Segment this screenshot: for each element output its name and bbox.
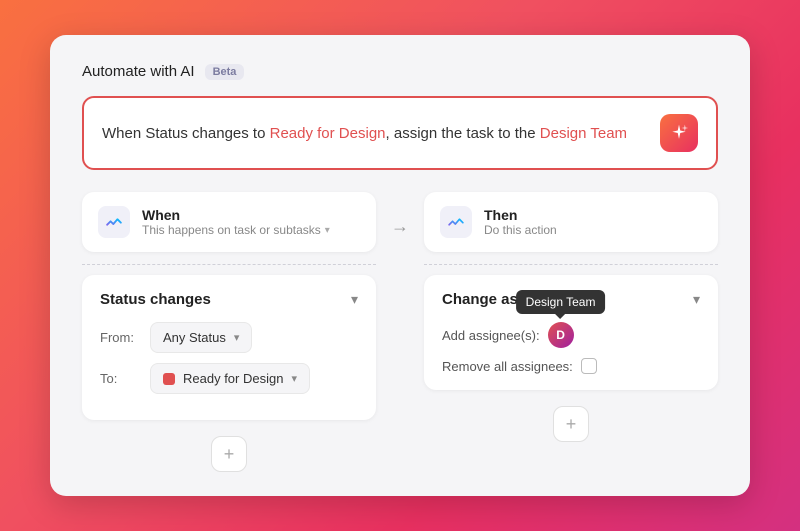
- action-condition-box: Change assignees ▾ Add assignee(s): Desi…: [424, 275, 718, 390]
- action-chevron-icon: ▾: [693, 291, 700, 308]
- prompt-highlight1: Ready for Design: [270, 125, 386, 142]
- to-label: To:: [100, 371, 138, 386]
- trigger-condition-title: Status changes: [100, 291, 211, 308]
- then-label: Then: [484, 207, 557, 223]
- when-add-area: +: [82, 432, 376, 472]
- sparkle-icon: [669, 123, 689, 143]
- remove-label: Remove all assignees:: [442, 359, 573, 374]
- assignee-tooltip-container: Design Team D: [548, 322, 574, 348]
- arrow-col: →: [376, 192, 424, 237]
- when-sublabel: This happens on task or subtasks ▾: [142, 223, 330, 237]
- to-row: To: Ready for Design ▾: [100, 363, 358, 394]
- assignee-avatar[interactable]: D: [548, 322, 574, 348]
- prompt-middle: , assign the task to the: [386, 125, 540, 142]
- status-dot-icon: [163, 373, 175, 385]
- workflow-row: When This happens on task or subtasks ▾ …: [82, 192, 718, 472]
- automate-panel: Automate with AI Beta When Status change…: [50, 35, 750, 496]
- to-select[interactable]: Ready for Design ▾: [150, 363, 310, 394]
- when-divider: [82, 264, 376, 265]
- then-add-area: +: [424, 402, 718, 442]
- then-text: Then Do this action: [484, 207, 557, 237]
- prompt-box: When Status changes to Ready for Design,…: [82, 96, 718, 170]
- header-row: Automate with AI Beta: [82, 63, 718, 80]
- to-chevron-icon: ▾: [291, 372, 297, 385]
- then-icon: [440, 206, 472, 238]
- when-chevron-icon: ▾: [325, 225, 330, 236]
- when-label: When: [142, 207, 330, 223]
- then-column: Then Do this action Change assignees ▾ A…: [424, 192, 718, 442]
- when-icon: [98, 206, 130, 238]
- add-assignee-label: Add assignee(s):: [442, 328, 540, 343]
- then-add-button[interactable]: +: [553, 406, 589, 442]
- trigger-condition-box: Status changes ▾ From: Any Status ▾ To: …: [82, 275, 376, 420]
- trigger-condition-header: Status changes ▾: [100, 291, 358, 308]
- prompt-highlight2: Design Team: [540, 125, 627, 142]
- then-divider: [424, 264, 718, 265]
- trigger-chevron-icon: ▾: [351, 291, 358, 308]
- remove-row: Remove all assignees:: [442, 358, 700, 374]
- clickup-logo-when: [103, 211, 125, 233]
- arrow-icon: →: [391, 216, 409, 237]
- when-text: When This happens on task or subtasks ▾: [142, 207, 330, 237]
- prompt-text: When Status changes to Ready for Design,…: [102, 125, 646, 142]
- when-column: When This happens on task or subtasks ▾ …: [82, 192, 376, 472]
- from-row: From: Any Status ▾: [100, 322, 358, 353]
- panel-title: Automate with AI: [82, 63, 195, 80]
- when-add-button[interactable]: +: [211, 436, 247, 472]
- then-sublabel: Do this action: [484, 223, 557, 237]
- clickup-logo-then: [445, 211, 467, 233]
- remove-checkbox[interactable]: [581, 358, 597, 374]
- add-assignee-row: Add assignee(s): Design Team D: [442, 322, 700, 348]
- from-label: From:: [100, 330, 138, 345]
- prompt-prefix: When Status changes to: [102, 125, 270, 142]
- tooltip-box: Design Team: [516, 290, 606, 314]
- sparkle-button[interactable]: [660, 114, 698, 152]
- when-trigger-box: When This happens on task or subtasks ▾: [82, 192, 376, 252]
- then-action-box: Then Do this action: [424, 192, 718, 252]
- from-select[interactable]: Any Status ▾: [150, 322, 252, 353]
- from-chevron-icon: ▾: [234, 331, 240, 344]
- beta-badge: Beta: [205, 64, 245, 80]
